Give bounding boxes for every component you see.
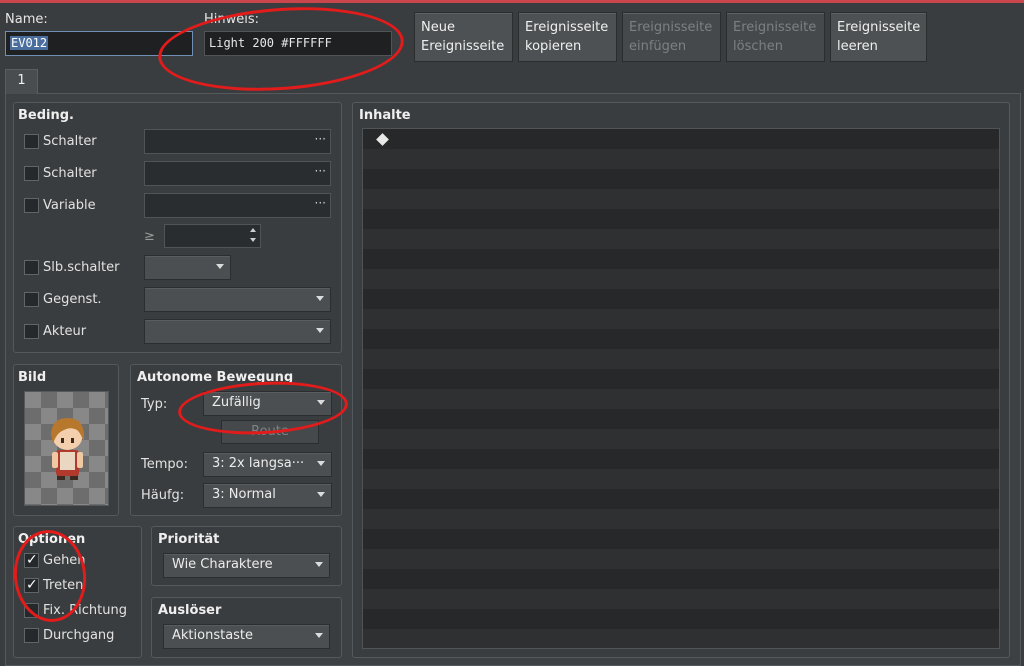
note-input[interactable]: Light 200 #FFFFFF: [204, 31, 392, 56]
greater-equal-symbol: ≥: [144, 229, 155, 244]
switch1-picker-dots: ···: [314, 132, 326, 146]
speed-value: 3: 2x langsa···: [212, 456, 305, 471]
movement-type-label: Typ:: [141, 397, 168, 412]
stepping-label: Treten: [43, 578, 84, 593]
checkmark-icon: ✓: [26, 552, 38, 568]
conditions-title: Beding.: [18, 108, 74, 123]
switch2-label: Schalter: [43, 166, 97, 181]
movement-title: Autonome Bewegung: [137, 370, 294, 385]
switch1-picker[interactable]: ···: [144, 129, 331, 154]
name-input[interactable]: EV012: [5, 31, 193, 56]
paste-page-label-1: Ereignisseite: [629, 20, 713, 35]
item-label: Gegenst.: [43, 292, 102, 307]
delete-event-page-button[interactable]: Ereignisseite löschen: [726, 12, 825, 62]
chevron-down-icon: [316, 328, 324, 333]
variable-value-spinner[interactable]: [164, 224, 261, 248]
trigger-title: Auslöser: [158, 603, 222, 618]
copy-page-label-2: kopieren: [525, 39, 582, 54]
variable-picker[interactable]: ···: [144, 193, 331, 218]
tab-page-1[interactable]: 1: [5, 69, 38, 94]
switch1-checkbox[interactable]: [24, 134, 39, 149]
options-group: Optionen ✓ Gehen ✓ Treten Fix. Richtung …: [13, 526, 142, 658]
spinner-up-icon[interactable]: [250, 228, 256, 232]
speed-label: Tempo:: [141, 457, 188, 472]
priority-combo[interactable]: Wie Charaktere: [163, 553, 330, 578]
priority-group: Priorität Wie Charaktere: [151, 526, 342, 586]
spinner-down-icon[interactable]: [250, 238, 256, 242]
chevron-down-icon: [317, 461, 325, 466]
paste-page-label-2: einfügen: [629, 39, 687, 54]
chevron-down-icon: [316, 296, 324, 301]
delete-page-label-2: löschen: [733, 39, 783, 54]
self-switch-checkbox[interactable]: [24, 260, 39, 275]
item-combo[interactable]: [144, 287, 331, 312]
self-switch-label: Slb.schalter: [43, 260, 120, 275]
movement-type-combo[interactable]: Zufällig: [203, 391, 332, 416]
movement-type-value: Zufällig: [212, 395, 261, 410]
contents-title: Inhalte: [359, 108, 411, 123]
paste-event-page-button[interactable]: Ereignisseite einfügen: [622, 12, 721, 62]
walking-label: Gehen: [43, 553, 86, 568]
chevron-down-icon: [315, 562, 323, 567]
chevron-down-icon: [216, 264, 224, 269]
priority-title: Priorität: [158, 532, 220, 547]
switch2-checkbox[interactable]: [24, 166, 39, 181]
variable-label: Variable: [43, 198, 96, 213]
chevron-down-icon: [315, 633, 323, 638]
new-page-label-1: Neue: [421, 20, 455, 35]
event-command-list[interactable]: [362, 128, 1000, 649]
speed-combo[interactable]: 3: 2x langsa···: [203, 452, 332, 477]
name-input-value: EV012: [10, 36, 49, 50]
walking-checkbox[interactable]: ✓: [24, 552, 39, 568]
trigger-group: Auslöser Aktionstaste: [151, 597, 342, 658]
character-image-box[interactable]: [24, 391, 109, 506]
variable-checkbox[interactable]: [24, 198, 39, 213]
copy-event-page-button[interactable]: Ereignisseite kopieren: [518, 12, 617, 62]
copy-page-label-1: Ereignisseite: [525, 20, 609, 35]
clear-event-page-button[interactable]: Ereignisseite leeren: [830, 12, 927, 62]
through-checkbox[interactable]: [24, 628, 39, 643]
checkmark-icon: ✓: [26, 577, 38, 593]
clear-page-label-2: leeren: [837, 39, 878, 54]
switch2-picker[interactable]: ···: [144, 161, 331, 186]
autonomous-movement-group: Autonome Bewegung Typ: Zufällig Route Te…: [130, 364, 342, 516]
name-label: Name:: [5, 12, 48, 27]
options-title: Optionen: [18, 532, 86, 547]
trigger-value: Aktionstaste: [172, 628, 254, 643]
item-checkbox[interactable]: [24, 292, 39, 307]
new-page-label-2: Ereignisseite: [421, 39, 505, 54]
route-button[interactable]: Route: [221, 420, 319, 444]
note-input-value: Light 200 #FFFFFF: [209, 36, 332, 50]
frequency-value: 3: Normal: [212, 487, 276, 502]
frequency-combo[interactable]: 3: Normal: [203, 483, 332, 508]
direction-fix-label: Fix. Richtung: [43, 603, 127, 618]
character-sprite-icon: [51, 418, 84, 480]
new-event-page-button[interactable]: Neue Ereignisseite: [414, 12, 513, 62]
delete-page-label-1: Ereignisseite: [733, 20, 817, 35]
through-label: Durchgang: [43, 628, 115, 643]
note-label: Hinweis:: [204, 12, 260, 27]
trigger-combo[interactable]: Aktionstaste: [163, 624, 330, 649]
chevron-down-icon: [317, 400, 325, 405]
self-switch-combo[interactable]: [144, 255, 231, 280]
priority-value: Wie Charaktere: [172, 557, 273, 572]
chevron-down-icon: [317, 492, 325, 497]
actor-checkbox[interactable]: [24, 324, 39, 339]
frequency-label: Häufg:: [141, 488, 185, 503]
image-title: Bild: [18, 370, 47, 385]
conditions-group: Beding. Schalter ··· Schalter ··· Variab…: [13, 102, 342, 353]
image-group: Bild: [13, 364, 119, 516]
actor-label: Akteur: [43, 324, 87, 339]
direction-fix-checkbox[interactable]: [24, 603, 39, 618]
clear-page-label-1: Ereignisseite: [837, 20, 921, 35]
stepping-checkbox[interactable]: ✓: [24, 577, 39, 593]
actor-combo[interactable]: [144, 319, 331, 344]
switch2-picker-dots: ···: [314, 164, 326, 178]
command-end-marker-icon[interactable]: [376, 133, 389, 146]
switch1-label: Schalter: [43, 134, 97, 149]
variable-picker-dots: ···: [314, 196, 326, 210]
window-top-border: [0, 0, 1024, 3]
